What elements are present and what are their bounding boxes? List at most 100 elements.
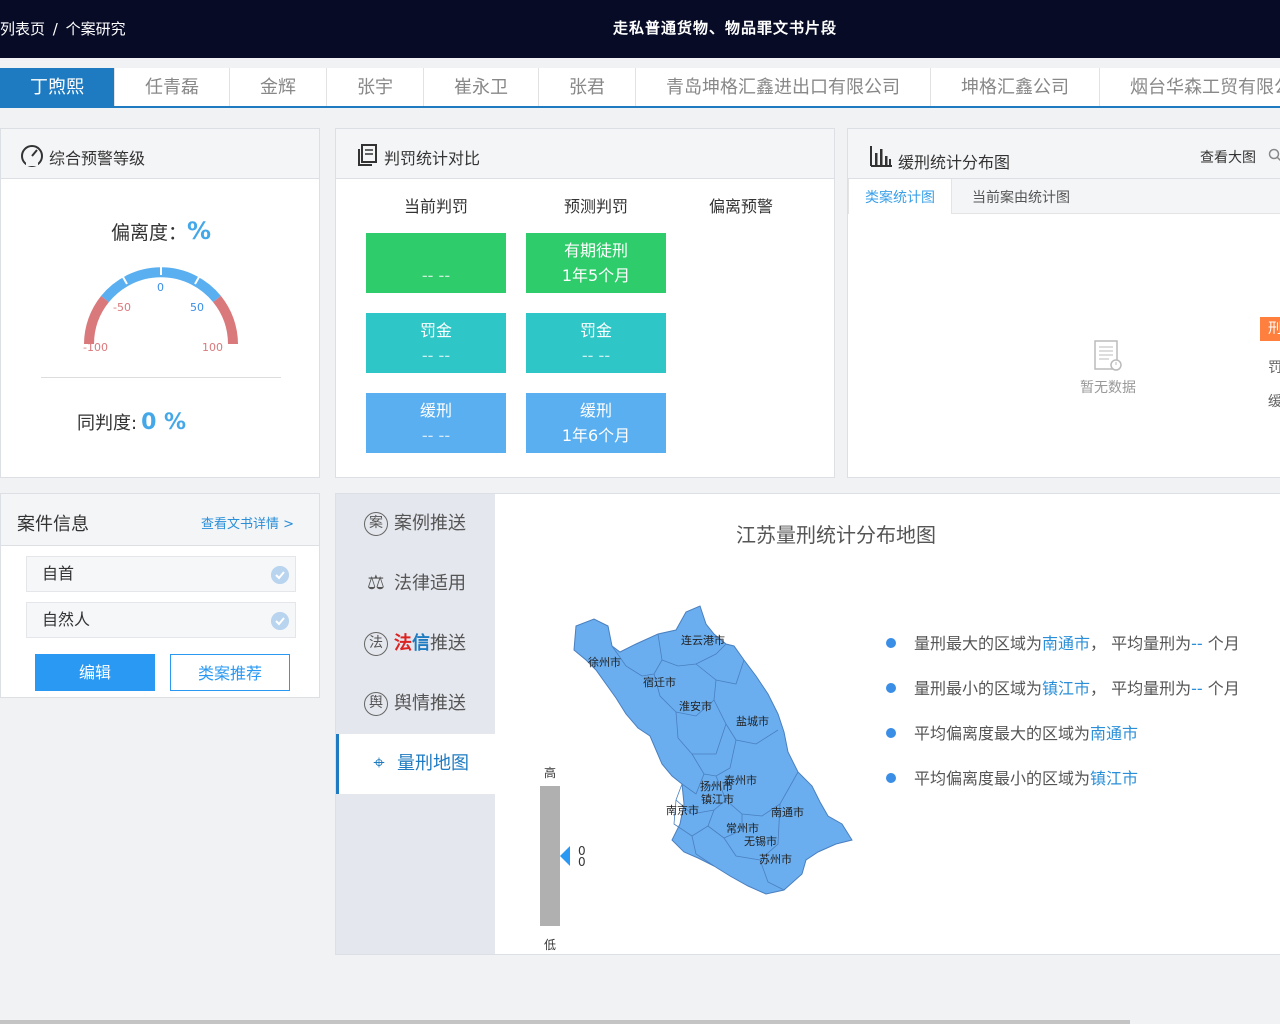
box-value: -- -- <box>421 266 451 285</box>
box-type: 缓刑 <box>419 401 452 420</box>
city-label: 宿迁市 <box>643 675 676 689</box>
panel-header: 案件信息 查看文书详情 > <box>1 494 319 546</box>
box-type: 有期徒刑 <box>563 241 628 260</box>
map-panel: 案 案例推送 ⚖ 法律适用 法 法信推送 舆 舆情推送 ⌖ 量刑地图 江苏量刑统… <box>335 493 1280 955</box>
empty-text: 暂无数据 <box>1080 380 1136 396</box>
stat-city[interactable]: 南通市 <box>1042 634 1090 653</box>
tab-defendant[interactable]: 张宇 <box>327 68 424 106</box>
recommend-similar-button[interactable]: 类案推荐 <box>170 654 290 691</box>
legend-badge: 刑 <box>1260 317 1280 341</box>
circumstance-field[interactable]: 自首 <box>26 556 296 592</box>
tab-defendant[interactable]: 青岛坤格汇鑫进出口有限公司 <box>636 68 931 106</box>
tab-defendant[interactable]: 崔永卫 <box>424 68 539 106</box>
defendant-tabs: 丁煦熙 任青磊 金辉 张宇 崔永卫 张君 青岛坤格汇鑫进出口有限公司 坤格汇鑫公… <box>0 68 1280 108</box>
column-current: 当前判罚 <box>403 197 468 216</box>
nav-label: 舆情推送 <box>394 693 466 714</box>
predict-probation-box: 缓刑 1年6个月 <box>526 393 666 453</box>
panel-header: 缓刑统计分布图 查看大图 <box>848 129 1280 179</box>
panel-title: 案件信息 <box>17 514 89 535</box>
predict-prison-box: 有期徒刑 1年5个月 <box>526 233 666 293</box>
divider <box>41 377 281 378</box>
horizontal-scrollbar[interactable] <box>0 1020 1130 1024</box>
nav-label: 法律适用 <box>394 573 466 594</box>
speedometer-icon <box>21 145 43 167</box>
edit-button[interactable]: 编辑 <box>35 654 155 691</box>
column-warning: 偏离预警 <box>708 197 773 216</box>
stat-line: 平均偏离度最大的区域为南通市 <box>886 720 1138 744</box>
stat-city[interactable]: 镇江市 <box>1090 769 1138 788</box>
tab-defendant[interactable]: 金辉 <box>230 68 327 106</box>
field-value: 自首 <box>42 564 75 583</box>
deviation-gauge: -100 -50 0 50 100 <box>83 267 238 354</box>
city-label: 常州市 <box>726 821 759 835</box>
stat-suffix: 个月 <box>1202 679 1240 698</box>
stat-prefix: 量刑最大的区域为 <box>914 634 1043 653</box>
legend-gradient-bar[interactable] <box>540 786 560 926</box>
city-label: 连云港市 <box>681 633 725 647</box>
nav-law-application[interactable]: ⚖ 法律适用 <box>336 554 495 614</box>
tab-current-cause[interactable]: 当前案由统计图 <box>956 179 1086 214</box>
panel-header: 综合预警等级 <box>1 129 319 179</box>
legend-high-label: 高 <box>544 766 557 780</box>
stat-city[interactable]: 镇江市 <box>1042 679 1090 698</box>
nav-public-opinion[interactable]: 舆 舆情推送 <box>336 674 495 734</box>
city-label: 徐州市 <box>588 655 621 669</box>
stat-prefix: 量刑最小的区域为 <box>914 679 1043 698</box>
gauge-tick: 100 <box>202 341 223 354</box>
case-icon: 案 <box>364 512 388 536</box>
tab-defendant[interactable]: 任青磊 <box>115 68 230 106</box>
stat-city[interactable]: 南通市 <box>1090 724 1138 743</box>
nav-faxin-push[interactable]: 法 法信推送 <box>336 614 495 674</box>
warning-level-panel: 综合预警等级 偏离度：% -100 -50 0 50 100 同判度: 0 % <box>0 128 320 478</box>
tab-defendant[interactable]: 丁煦熙 <box>0 68 115 106</box>
city-label: 盐城市 <box>736 714 769 728</box>
bullet <box>886 728 896 738</box>
panel-title: 判罚统计对比 <box>384 149 481 168</box>
column-predict: 预测判罚 <box>563 197 628 216</box>
subject-type-field[interactable]: 自然人 <box>26 602 296 638</box>
opinion-icon: 舆 <box>364 692 388 716</box>
bullet <box>886 683 896 693</box>
legend-low-label: 低 <box>544 938 557 952</box>
deviation-label: 偏离度： <box>110 222 187 244</box>
same-judgment-label: 同判度: <box>77 413 138 434</box>
view-document-link[interactable]: 查看文书详情 > <box>201 513 294 532</box>
stat-suffix: 个月 <box>1202 634 1240 653</box>
same-judgment-line: 同判度: 0 % <box>77 409 186 435</box>
top-header: 列表页 / 个案研究 走私普通货物、物品罪文书片段 <box>0 0 1280 58</box>
panel-header: 判罚统计对比 <box>336 129 834 179</box>
bar-chart-icon <box>870 146 892 167</box>
brand-fa: 法 <box>394 633 412 654</box>
no-data-icon <box>1094 340 1122 371</box>
field-value: 自然人 <box>42 610 91 629</box>
nav-sentencing-map[interactable]: ⌖ 量刑地图 <box>336 734 495 794</box>
gauge-tick: -100 <box>83 341 108 354</box>
stat-prefix: 平均偏离度最小的区域为 <box>914 769 1091 788</box>
current-fine-box: 罚金 -- -- <box>366 313 506 373</box>
city-label: 镇江市 <box>701 792 734 806</box>
city-label: 无锡市 <box>744 834 777 848</box>
tab-defendant[interactable]: 坤格汇鑫公司 <box>931 68 1100 106</box>
province-shape[interactable] <box>573 605 853 895</box>
location-pin-icon: ⌖ <box>373 750 385 774</box>
law-icon: 法 <box>364 632 388 656</box>
panel-title: 综合预警等级 <box>49 149 146 168</box>
tab-similar-cases[interactable]: 类案统计图 <box>848 179 952 214</box>
case-info-panel: 案件信息 查看文书详情 > 自首 自然人 编辑 类案推荐 <box>0 493 320 698</box>
tab-defendant[interactable]: 烟台华森工贸有限公 <box>1100 68 1280 106</box>
scale-icon: ⚖ <box>367 570 385 594</box>
city-label: 淮安市 <box>679 699 712 713</box>
search-icon[interactable] <box>1268 148 1280 162</box>
nav-label: 案例推送 <box>394 513 466 534</box>
box-value: 1年5个月 <box>561 266 631 285</box>
jiangsu-map[interactable]: 连云港市 徐州市 宿迁市 淮安市 盐城市 扬州市 泰州市 镇江市 南京市 南通市… <box>566 604 856 904</box>
current-probation-box: 缓刑 -- -- <box>366 393 506 453</box>
chart-sub-tabs: 类案统计图 当前案由统计图 <box>848 179 1280 214</box>
case-title: 走私普通货物、物品罪文书片段 <box>612 19 837 37</box>
predict-fine-box: 罚金 -- -- <box>526 313 666 373</box>
stat-line: 量刑最小的区域为镇江市， 平均量刑为-- 个月 <box>886 675 1240 699</box>
nav-case-push[interactable]: 案 案例推送 <box>336 494 495 554</box>
tab-defendant[interactable]: 张君 <box>539 68 636 106</box>
view-large-link[interactable]: 查看大图 <box>1200 147 1256 167</box>
probation-distribution-panel: 缓刑统计分布图 查看大图 类案统计图 当前案由统计图 暂无数据 刑 罚 缓 <box>847 128 1280 478</box>
